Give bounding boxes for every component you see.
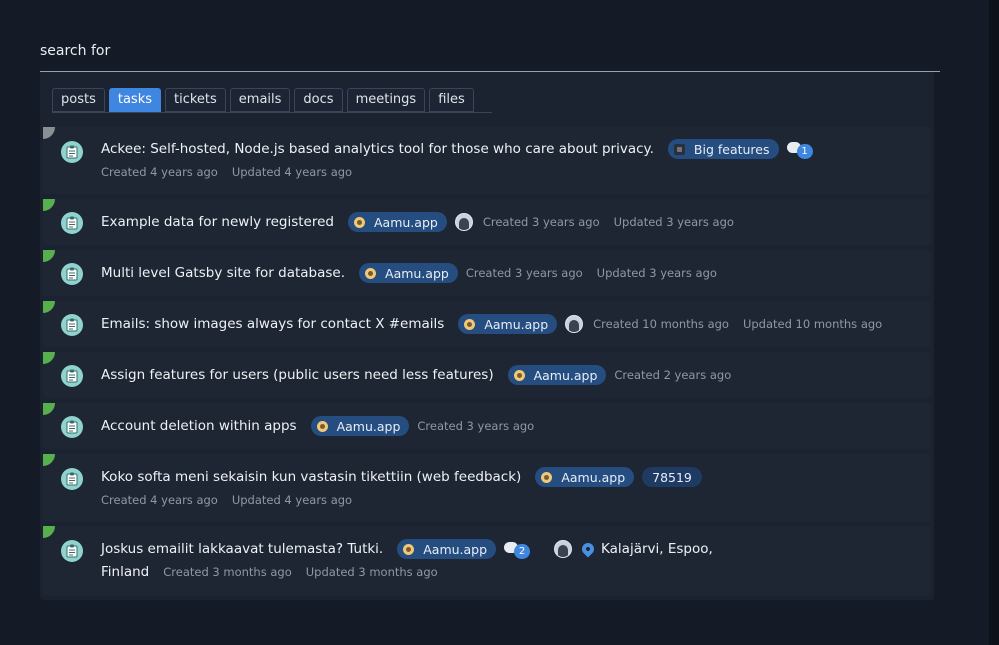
comment-count: 2 (514, 544, 531, 559)
status-corner (43, 352, 55, 364)
status-corner (43, 403, 55, 415)
created-time: Created 4 years ago (101, 165, 218, 179)
project-icon (673, 143, 685, 155)
comment-icon[interactable]: 1 (786, 140, 813, 159)
created-time: Created 3 years ago (417, 419, 535, 433)
tab-underline (52, 112, 492, 113)
project-icon (403, 543, 415, 555)
comment-icon[interactable]: 2 (504, 540, 531, 559)
project-badge[interactable]: Aamu.app (535, 467, 635, 487)
badge-label: Aamu.app (561, 469, 626, 485)
location-text-cont: Finland (101, 564, 150, 580)
task-row[interactable]: Emails: show images always for contact X… (43, 301, 931, 347)
updated-time: Updated 4 years ago (231, 493, 353, 507)
tab-bar: posts tasks tickets emails docs meetings… (52, 88, 474, 112)
task-title[interactable]: Koko softa meni sekaisin kun vastasin ti… (101, 469, 521, 485)
project-icon (316, 420, 328, 432)
task-title[interactable]: Multi level Gatsby site for database. (101, 265, 345, 281)
status-corner (43, 301, 55, 313)
badge-label: Aamu.app (336, 418, 401, 434)
project-icon (354, 216, 365, 228)
badge-label: Aamu.app (374, 214, 438, 230)
status-corner (43, 250, 55, 262)
location-text: Kalajärvi, Espoo, (601, 541, 713, 557)
status-corner (43, 127, 55, 139)
updated-time: Updated 4 years ago (231, 165, 353, 179)
task-row[interactable]: Assign features for users (public users … (43, 352, 931, 398)
clipboard-icon (61, 314, 83, 336)
task-title[interactable]: Account deletion within apps (101, 418, 297, 434)
clipboard-icon (61, 141, 83, 163)
project-badge[interactable]: Aamu.app (397, 539, 497, 559)
clipboard-icon (61, 468, 83, 490)
badge-label: Aamu.app (533, 367, 598, 383)
created-time: Created 3 years ago (482, 215, 600, 229)
tab-files[interactable]: files (429, 88, 474, 112)
status-corner (43, 199, 55, 211)
clipboard-icon (61, 416, 83, 438)
results-panel: posts tasks tickets emails docs meetings… (40, 72, 934, 600)
status-corner (43, 454, 55, 466)
clipboard-icon (61, 263, 83, 285)
project-badge[interactable]: Aamu.app (458, 314, 558, 334)
task-title[interactable]: Joskus emailit lakkaavat tulemasta? Tutk… (101, 541, 383, 557)
project-badge[interactable]: Aamu.app (359, 263, 458, 283)
updated-time: Updated 3 years ago (613, 215, 734, 229)
task-row[interactable]: Ackee: Self-hosted, Node.js based analyt… (43, 127, 931, 194)
tab-tasks[interactable]: tasks (108, 88, 161, 112)
task-title[interactable]: Example data for newly registered (101, 214, 334, 230)
clipboard-icon (61, 212, 83, 234)
avatar[interactable] (454, 213, 473, 231)
search-label[interactable]: search for (40, 43, 110, 59)
comment-count: 1 (796, 144, 813, 159)
status-corner (43, 526, 55, 538)
updated-time: Updated 10 months ago (742, 317, 883, 331)
task-row[interactable]: Account deletion within apps Aamu.app Cr… (43, 403, 931, 449)
task-row[interactable]: Multi level Gatsby site for database. Aa… (43, 250, 931, 296)
avatar[interactable] (554, 540, 573, 558)
tab-docs[interactable]: docs (294, 88, 343, 112)
updated-time: Updated 3 years ago (596, 266, 717, 280)
task-row[interactable]: Koko softa meni sekaisin kun vastasin ti… (43, 454, 931, 522)
project-badge[interactable]: Aamu.app (507, 365, 607, 385)
location-pin-icon (579, 540, 597, 558)
task-row[interactable]: Example data for newly registered Aamu.a… (43, 199, 931, 245)
task-title[interactable]: Ackee: Self-hosted, Node.js based analyt… (101, 141, 654, 157)
tab-meetings[interactable]: meetings (346, 88, 426, 112)
right-scroll-strip (989, 0, 999, 645)
badge-label: Aamu.app (484, 316, 549, 332)
project-icon (541, 471, 553, 483)
task-title[interactable]: Assign features for users (public users … (101, 367, 494, 383)
task-row[interactable]: Joskus emailit lakkaavat tulemasta? Tutk… (43, 526, 931, 596)
ticket-number-badge[interactable]: 78519 (642, 467, 702, 487)
project-badge[interactable]: Aamu.app (310, 416, 410, 436)
badge-label: Big features (693, 141, 770, 157)
project-badge[interactable]: Aamu.app (348, 212, 447, 232)
badge-label: Aamu.app (423, 541, 488, 557)
badge-label: Aamu.app (385, 265, 449, 281)
clipboard-icon (61, 365, 83, 387)
created-time: Created 3 years ago (465, 266, 583, 280)
tab-emails[interactable]: emails (229, 88, 291, 112)
created-time: Created 2 years ago (614, 368, 732, 382)
created-time: Created 4 years ago (101, 493, 218, 507)
avatar[interactable] (565, 315, 584, 333)
tab-tickets[interactable]: tickets (165, 88, 226, 112)
created-time: Created 3 months ago (163, 565, 292, 579)
tab-posts[interactable]: posts (52, 88, 105, 112)
updated-time: Updated 3 months ago (305, 565, 438, 579)
clipboard-icon (61, 540, 83, 562)
created-time: Created 10 months ago (593, 317, 729, 331)
project-icon (464, 318, 476, 330)
project-icon (513, 369, 525, 381)
project-badge[interactable]: Big features (667, 139, 779, 159)
task-title[interactable]: Emails: show images always for contact X… (101, 316, 444, 332)
project-icon (365, 267, 377, 279)
